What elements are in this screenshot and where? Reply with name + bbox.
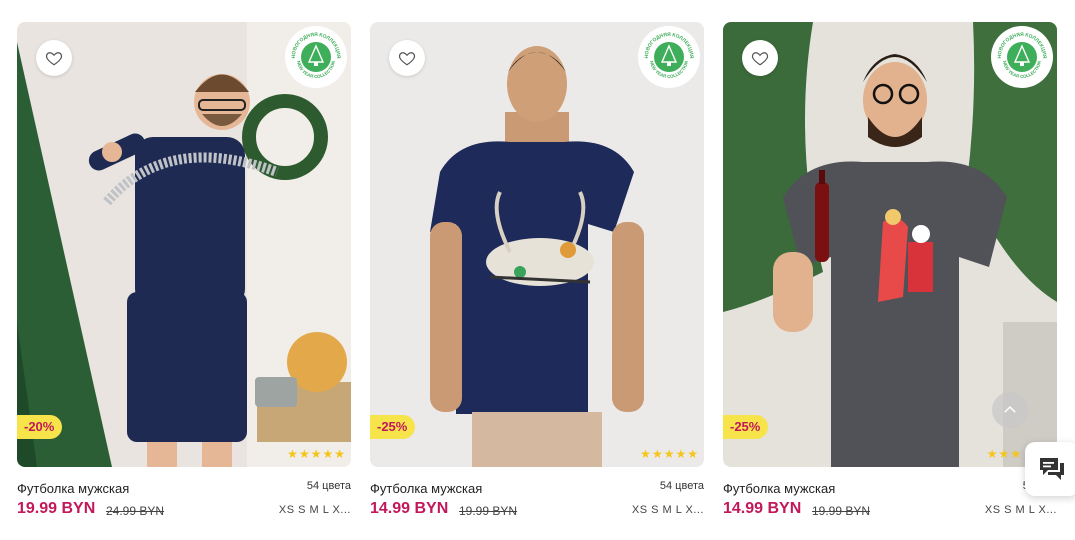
discount-badge: -25%	[723, 415, 769, 439]
star-icon: ★	[334, 447, 345, 461]
star-icon: ★	[675, 447, 687, 461]
rating-stars: ★ ★ ★	[987, 447, 1021, 461]
product-info: Футболка мужская 54 14.99 BYN 19.99 BYN …	[723, 475, 1057, 525]
sizes-list: XS S M L X...	[631, 504, 704, 516]
product-image-pajama-man	[17, 22, 351, 467]
star-icon: ★	[640, 447, 651, 461]
product-title[interactable]: Футболка мужская	[723, 481, 835, 496]
product-card[interactable]: НОВОГОДНЯЯ КОЛЛЕКЦИЯ NEW YEAR COLLECTION…	[17, 22, 351, 525]
product-grid: НОВОГОДНЯЯ КОЛЛЕКЦИЯ NEW YEAR COLLECTION…	[0, 0, 1075, 540]
new-year-collection-badge: НОВОГОДНЯЯ КОЛЛЕКЦИЯ NEW YEAR COLLECTION	[285, 26, 347, 88]
product-card[interactable]: НОВОГОДНЯЯ КОЛЛЕКЦИЯ NEW YEAR COLLECTION…	[370, 22, 704, 525]
favorite-button[interactable]	[36, 40, 72, 76]
product-info: Футболка мужская 54 цвета 19.99 BYN 24.9…	[17, 475, 351, 525]
chevron-up-icon	[1004, 405, 1016, 413]
christmas-tree-badge-icon: НОВОГОДНЯЯ КОЛЛЕКЦИЯ NEW YEAR COLLECTION	[291, 32, 341, 79]
colors-count: 54 цвета	[659, 480, 704, 492]
new-year-collection-badge: НОВОГОДНЯЯ КОЛЛЕКЦИЯ NEW YEAR COLLECTION	[638, 26, 700, 88]
star-icon: ★	[298, 447, 310, 461]
discount-badge: -25%	[370, 415, 416, 439]
product-title[interactable]: Футболка мужская	[370, 481, 482, 496]
product-info: Футболка мужская 54 цвета 14.99 BYN 19.9…	[370, 475, 704, 525]
discount-badge: -20%	[17, 415, 63, 439]
star-icon: ★	[287, 447, 298, 461]
chat-icon	[1040, 458, 1064, 480]
old-price: 19.99 BYN	[812, 504, 871, 518]
star-icon: ★	[1010, 447, 1021, 461]
heart-icon	[45, 52, 63, 66]
christmas-tree-badge-icon: НОВОГОДНЯЯ КОЛЛЕКЦИЯ NEW YEAR COLLECTION	[997, 32, 1047, 79]
current-price: 14.99 BYN	[723, 500, 802, 517]
old-price: 24.99 BYN	[106, 504, 165, 518]
heart-icon	[751, 52, 769, 66]
rating-stars: ★ ★ ★ ★ ★	[640, 447, 698, 461]
star-icon: ★	[663, 447, 675, 461]
sizes-list: XS S M L X...	[984, 504, 1057, 516]
sizes-list: XS S M L X...	[278, 504, 351, 516]
christmas-tree-badge-icon: НОВОГОДНЯЯ КОЛЛЕКЦИЯ NEW YEAR COLLECTION	[644, 32, 694, 79]
star-icon: ★	[651, 447, 663, 461]
product-photo[interactable]: НОВОГОДНЯЯ КОЛЛЕКЦИЯ NEW YEAR COLLECTION…	[17, 22, 351, 467]
product-image-navy-tshirt	[370, 22, 704, 467]
star-icon: ★	[310, 447, 322, 461]
star-icon: ★	[986, 447, 998, 461]
scroll-to-top-button[interactable]	[992, 392, 1028, 428]
favorite-button[interactable]	[389, 40, 425, 76]
current-price: 19.99 BYN	[17, 500, 96, 517]
heart-icon	[398, 52, 416, 66]
old-price: 19.99 BYN	[459, 504, 518, 518]
star-icon: ★	[322, 447, 334, 461]
current-price: 14.99 BYN	[370, 500, 449, 517]
new-year-collection-badge: НОВОГОДНЯЯ КОЛЛЕКЦИЯ NEW YEAR COLLECTION	[991, 26, 1053, 88]
colors-count: 54 цвета	[306, 480, 351, 492]
product-card[interactable]: НОВОГОДНЯЯ КОЛЛЕКЦИЯ NEW YEAR COLLECTION…	[723, 22, 1057, 525]
star-icon: ★	[687, 447, 698, 461]
star-icon: ★	[998, 447, 1010, 461]
product-photo[interactable]: НОВОГОДНЯЯ КОЛЛЕКЦИЯ NEW YEAR COLLECTION…	[370, 22, 704, 467]
rating-stars: ★ ★ ★ ★ ★	[287, 447, 345, 461]
chat-button[interactable]	[1025, 442, 1075, 496]
favorite-button[interactable]	[742, 40, 778, 76]
product-title[interactable]: Футболка мужская	[17, 481, 129, 496]
